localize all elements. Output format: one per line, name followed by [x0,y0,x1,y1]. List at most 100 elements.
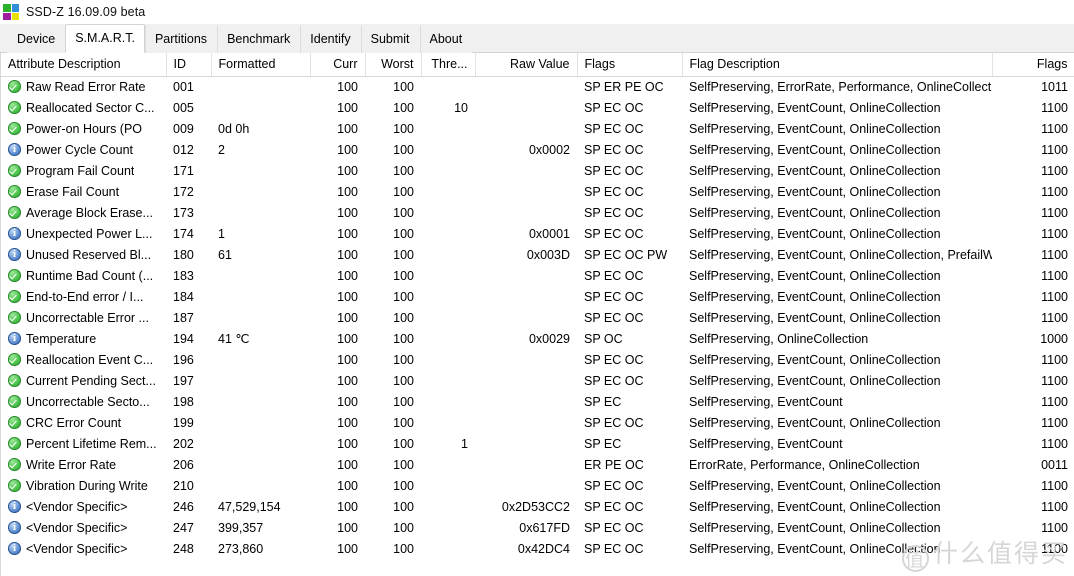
status-ok-icon [8,353,21,366]
column-header-fbits[interactable]: Flags [992,53,1074,77]
cell-formatted [211,350,310,371]
cell-raw [475,392,577,413]
table-row[interactable]: Unused Reserved Bl... 180 61 100 100 0x003D SP… [1,245,1074,266]
cell-flag-description: SelfPreserving, EventCount, OnlineCollec… [689,541,941,556]
table-row[interactable]: Current Pending Sect... 197 100 100 SP EC OC… [1,371,1074,392]
cell-attribute: Runtime Bad Count (... [1,266,166,287]
tab-device[interactable]: Device [7,25,66,53]
tab-s-m-a-r-t[interactable]: S.M.A.R.T. [65,24,145,53]
table-row[interactable]: Uncorrectable Secto... 198 100 100 SP EC Self… [1,392,1074,413]
cell-flags: SP EC OC PW [584,247,668,262]
cell-flag-description: SelfPreserving, EventCount, OnlineCollec… [689,499,941,514]
column-header-raw[interactable]: Raw Value [475,53,578,77]
table-row[interactable]: Reallocated Sector C... 005 100 100 10 SP EC … [1,98,1074,119]
table-row[interactable]: Runtime Bad Count (... 183 100 100 SP EC OC S… [1,266,1074,287]
cell-flags: SP EC OC [584,142,644,157]
cell-curr: 100 [337,373,358,388]
table-row[interactable]: Reallocation Event C... 196 100 100 SP EC OC… [1,350,1074,371]
column-header-id[interactable]: ID [166,53,212,77]
cell-formatted [211,161,310,182]
column-header-thre[interactable]: Thre... [421,53,476,77]
tab-partitions[interactable]: Partitions [144,25,218,53]
cell-flags: SP EC OC [584,415,644,430]
table-row[interactable]: <Vendor Specific> 248 273,860 100 100 0x42DC4… [1,539,1074,560]
column-header-worst[interactable]: Worst [365,53,422,77]
tab-identify[interactable]: Identify [300,25,361,53]
column-header-fmt[interactable]: Formatted [211,53,311,77]
cell-flag-description: SelfPreserving, EventCount, OnlineCollec… [689,142,941,157]
cell-flag-description: SelfPreserving, EventCount, OnlineCollec… [689,268,941,283]
cell-flag-bits: 1100 [1041,394,1068,409]
table-row[interactable]: Raw Read Error Rate 001 100 100 SP ER PE OC S… [1,77,1074,98]
table-row[interactable]: Power Cycle Count 012 2 100 100 0x0002 SP EC O… [1,140,1074,161]
status-info-icon [8,142,21,156]
cell-id: 173 [173,205,194,220]
cell-worst: 100 [393,142,414,157]
attribute-label: Power Cycle Count [26,142,133,157]
cell-curr: 100 [337,121,358,136]
column-header-flags[interactable]: Flags [577,53,683,77]
cell-raw [475,413,577,434]
window-titlebar: SSD-Z 16.09.09 beta [0,0,1074,24]
table-row[interactable]: Power-on Hours (PO 009 0d 0h 100 100 SP EC OC… [1,119,1074,140]
cell-worst: 100 [393,436,414,451]
attribute-label: CRC Error Count [26,415,122,430]
cell-id: 198 [173,394,194,409]
cell-curr: 100 [337,478,358,493]
table-row[interactable]: Write Error Rate 206 100 100 ER PE OC ErrorRa… [1,455,1074,476]
attribute-label: End-to-End error / I... [26,289,144,304]
cell-threshold [421,455,475,476]
tab-about[interactable]: About [419,25,473,53]
cell-threshold [421,497,475,518]
table-row[interactable]: Unexpected Power L...17411001000x0001SP … [1,224,1074,245]
cell-flag-description: SelfPreserving, OnlineCollection [689,331,869,346]
table-row[interactable]: <Vendor Specific> 247 399,357 100 100 0x617FD… [1,518,1074,539]
table-row[interactable]: Temperature 194 41 ℃ 100 100 0x0029 SP OC SelfP… [1,329,1074,350]
cell-curr: 100 [337,100,358,115]
table-row[interactable]: Erase Fail Count 172 100 100 SP EC OC SelfPre… [1,182,1074,203]
cell-flag-bits: 1100 [1041,100,1068,115]
cell-flag-description: SelfPreserving, EventCount, OnlineCollec… [689,289,941,304]
cell-flags: SP OC [584,331,623,346]
cell-raw [475,77,577,98]
cell-curr: 100 [337,163,358,178]
cell-flag-description: SelfPreserving, EventCount, OnlineCollec… [689,205,941,220]
cell-raw: 0x42DC4 [517,541,570,556]
cell-flag-bits: 1100 [1041,373,1068,388]
cell-curr: 100 [337,310,358,325]
tab-benchmark[interactable]: Benchmark [217,25,301,53]
cell-flag-description: SelfPreserving, EventCount [689,436,843,451]
cell-flags: SP EC OC [584,100,644,115]
column-header-attr[interactable]: Attribute Description [1,53,167,77]
cell-raw [475,434,577,455]
table-row[interactable]: CRC Error Count 199 100 100 SP EC OC SelfPres… [1,413,1074,434]
table-row[interactable]: Vibration During Write 210 100 100 SP EC OC S… [1,476,1074,497]
table-row[interactable]: End-to-End error / I... 184 100 100 SP EC OC… [1,287,1074,308]
cell-raw: 0x0029 [528,331,570,346]
column-header-fdesc[interactable]: Flag Description [682,53,993,77]
status-ok-icon [8,479,21,492]
cell-attribute: Uncorrectable Error ... [1,308,166,329]
column-header-curr[interactable]: Curr [310,53,366,77]
attribute-label: Runtime Bad Count (... [26,268,154,283]
cell-worst: 100 [393,247,414,262]
cell-id: 210 [173,478,194,493]
status-ok-icon [8,395,21,408]
table-row[interactable]: Uncorrectable Error ... 187 100 100 SP EC OC… [1,308,1074,329]
cell-id: 206 [173,457,194,472]
cell-raw [475,161,577,182]
cell-flag-description: SelfPreserving, EventCount, OnlineCollec… [689,121,941,136]
table-row[interactable]: Program Fail Count 171 100 100 SP EC OC SelfP… [1,161,1074,182]
table-row[interactable]: Percent Lifetime Rem... 202 100 100 1 SP EC Se… [1,434,1074,455]
tab-submit[interactable]: Submit [360,25,420,53]
attribute-label: Write Error Rate [26,457,117,472]
cell-raw [475,371,577,392]
cell-attribute: Raw Read Error Rate [1,77,166,98]
smart-attribute-grid[interactable]: Attribute Description ID Formatted Curr Wors… [0,53,1074,576]
cell-attribute: Power Cycle Count [1,140,166,161]
status-ok-icon [8,122,21,135]
table-row[interactable]: <Vendor Specific> 246 47,529,154 100 100 0x2D… [1,497,1074,518]
table-row[interactable]: Average Block Erase... 173 100 100 SP EC OC S… [1,203,1074,224]
cell-worst: 100 [393,163,414,178]
cell-formatted [211,455,310,476]
